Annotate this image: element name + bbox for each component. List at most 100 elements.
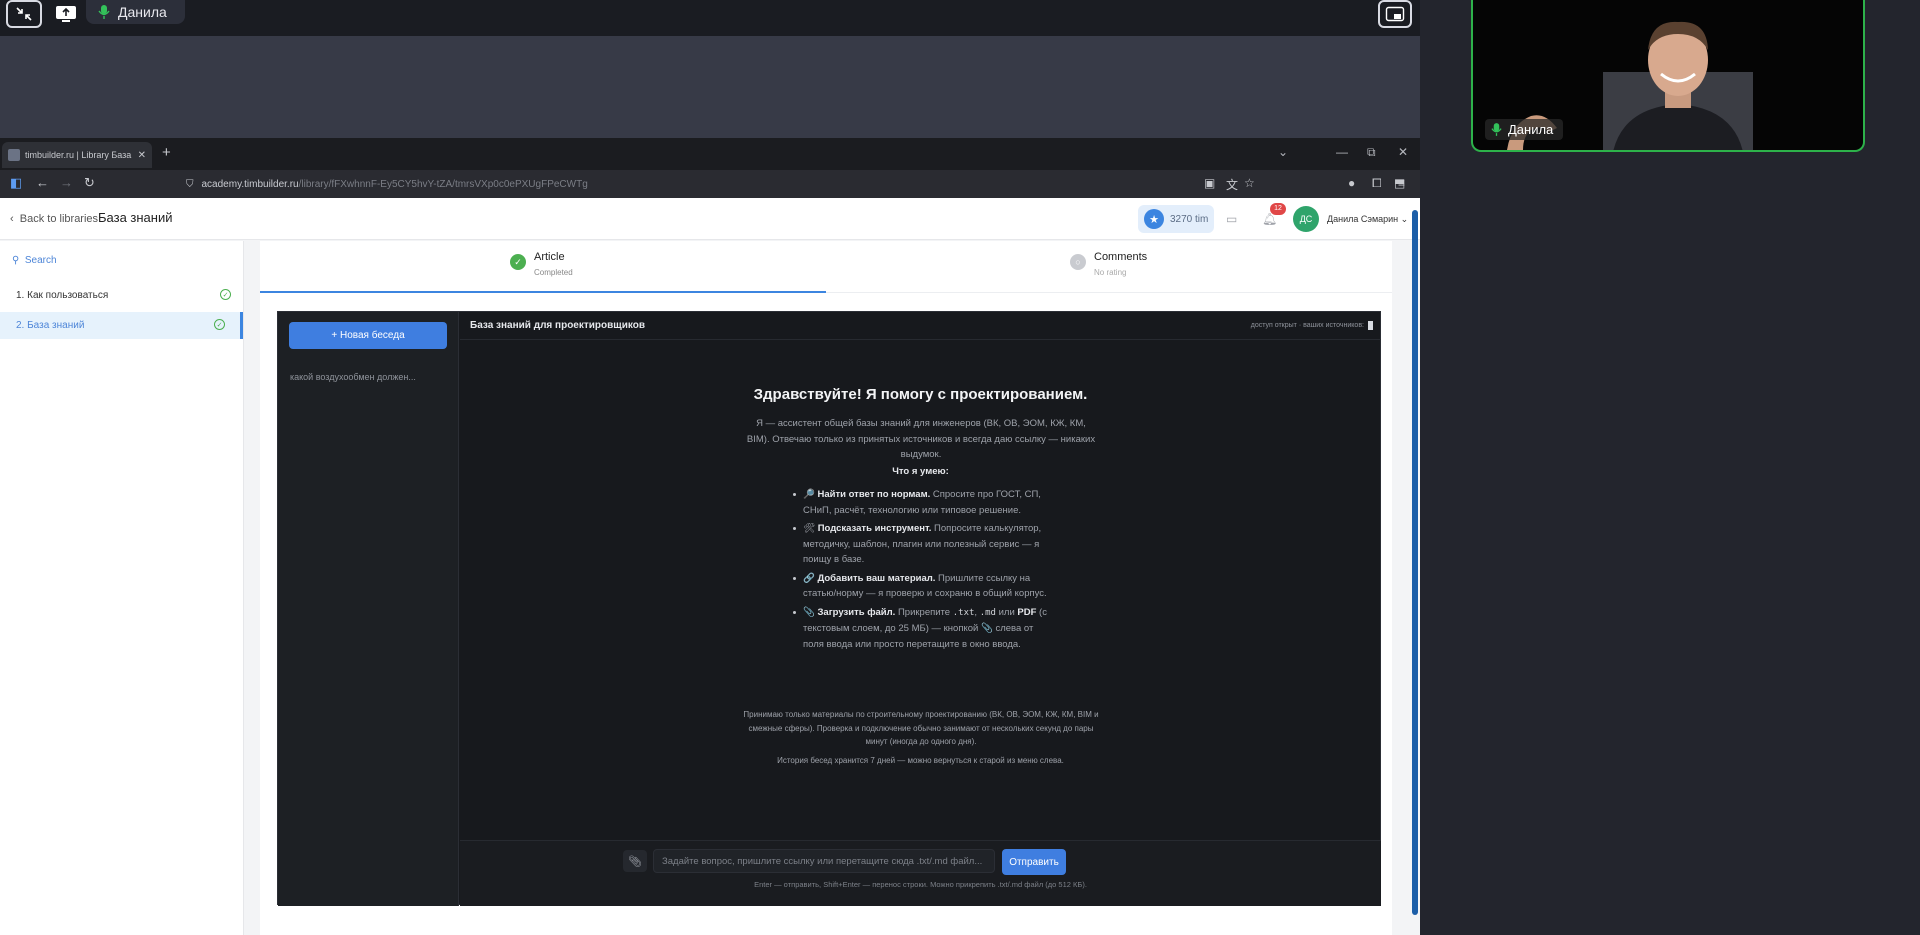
exit-fullscreen-icon: [16, 7, 32, 21]
welcome-message: Здравствуйте! Я помогу с проектированием…: [460, 340, 1381, 765]
browser-tab-bar: timbuilder.ru | Library База знан ✕ + ⌄ …: [0, 138, 1420, 170]
url-host: academy.timbuilder.ru: [201, 179, 299, 190]
participant-video-image: [1603, 21, 1753, 150]
link-icon: 🔗: [803, 572, 815, 584]
check-circle-icon: ✓: [214, 319, 225, 330]
points-badge[interactable]: ★ 3270 tim: [1138, 205, 1214, 233]
exit-fullscreen-button[interactable]: [6, 0, 42, 28]
capability-find-norms: 🔎 Найти ответ по нормам. Спросите про ГО…: [793, 487, 1053, 518]
picture-in-picture-button[interactable]: [1378, 0, 1412, 28]
forward-icon[interactable]: →: [60, 175, 73, 190]
minimize-icon[interactable]: —: [1336, 145, 1348, 159]
sidebar-item-knowledge-base[interactable]: 2. База знаний ✓: [0, 312, 243, 339]
history-note: История бесед хранится 7 дней — можно ве…: [777, 756, 1064, 765]
shield-icon: ⛉: [186, 179, 194, 190]
picture-in-picture-icon: [1385, 6, 1405, 22]
capabilities-heading: Что я умею:: [892, 466, 949, 477]
access-status: доступ открыт · ваших источников:: [1251, 321, 1373, 330]
welcome-intro: Я — ассистент общей базы знаний для инже…: [746, 418, 1096, 460]
browser-address-bar: ◧ ← → ↻ ⛉ academy.timbuilder.ru/library/…: [0, 170, 1420, 198]
participant-video-tile[interactable]: Данила: [1471, 0, 1865, 152]
search-icon: ⚲: [12, 255, 20, 266]
tools-icon: 🛠: [803, 523, 816, 534]
chat-history-item[interactable]: какой воздухообмен должен...: [290, 372, 450, 382]
capability-upload-file: 📎 Загрузить файл. Прикрепите .txt, .md и…: [793, 605, 1053, 653]
tab-comments[interactable]: ○ Comments No rating: [1070, 251, 1147, 277]
input-hint: Enter — отправить, Shift+Enter — перенос…: [754, 880, 1087, 889]
reload-icon[interactable]: ↻: [84, 175, 95, 191]
extension-icon[interactable]: ●: [1348, 176, 1355, 190]
lesson-content: ✓ Article Completed ○ Comments No rating: [260, 241, 1392, 935]
capability-text: Прикрепите: [895, 606, 953, 618]
attach-file-button[interactable]: 📎︎: [623, 850, 647, 872]
tab-list-chevron-icon[interactable]: ⌄: [1278, 145, 1288, 159]
chat-icon[interactable]: ▭: [1226, 212, 1237, 226]
new-chat-button[interactable]: + Новая беседа: [289, 322, 447, 349]
translate-icon[interactable]: 文: [1226, 176, 1238, 193]
welcome-note: Принимаю только материалы по строительно…: [743, 710, 1099, 746]
capabilities-list: 🔎 Найти ответ по нормам. Спросите про ГО…: [793, 487, 1053, 655]
sidebar-item-label: 1. Как пользоваться: [16, 290, 109, 301]
send-button[interactable]: Отправить: [1002, 849, 1066, 875]
user-menu[interactable]: Данила Сэмарин ⌄: [1327, 214, 1408, 225]
tab-progress-bar: [260, 291, 826, 293]
close-tab-icon[interactable]: ✕: [138, 150, 146, 161]
bookmark-star-icon[interactable]: ☆: [1244, 176, 1255, 190]
participant-name: Данила: [1508, 122, 1554, 137]
access-note: доступ открыт · ваших источников:: [1250, 322, 1364, 329]
paperclip-icon: 📎: [803, 606, 815, 618]
menu-icon[interactable]: ≡: [1398, 176, 1405, 190]
install-app-icon[interactable]: ▣: [1204, 176, 1215, 190]
sidebar-toggle-icon[interactable]: ◧: [10, 175, 22, 191]
file-ext-pdf: PDF: [1017, 606, 1037, 618]
input-placeholder: Задайте вопрос, пришлите ссылку или пере…: [662, 855, 983, 867]
sidebar-search[interactable]: ⚲ Search: [12, 255, 57, 266]
close-window-icon[interactable]: ✕: [1398, 145, 1408, 159]
screen-share-icon: [56, 6, 76, 22]
search-icon: 🔎: [803, 489, 815, 500]
file-ext-txt: .txt: [952, 607, 975, 618]
microphone-icon: [98, 5, 110, 19]
back-to-libraries-link[interactable]: ‹ Back to libraries: [10, 213, 98, 225]
avatar[interactable]: ДС: [1293, 206, 1319, 232]
chat-input[interactable]: Задайте вопрос, пришлите ссылку или пере…: [653, 849, 995, 873]
check-circle-icon: ✓: [220, 289, 231, 300]
capability-title: Добавить ваш материал.: [817, 572, 936, 584]
shared-browser-window: timbuilder.ru | Library База знан ✕ + ⌄ …: [0, 138, 1420, 935]
library-sidebar: ⚲ Search 1. Как пользоваться ✓ 2. База з…: [0, 241, 244, 935]
user-name: Данила Сэмарин: [1327, 214, 1399, 224]
tab-article-status: Completed: [534, 268, 573, 277]
share-user-name: Данила: [118, 4, 167, 20]
tab-title: timbuilder.ru | Library База знан: [25, 150, 133, 160]
star-icon: ★: [1144, 209, 1164, 229]
tab-article-title: Article: [534, 251, 565, 263]
screen-share-button[interactable]: [48, 0, 84, 28]
page-header: ‹ Back to libraries База знаний ★ 3270 t…: [0, 198, 1420, 240]
chat-history-sidebar: + Новая беседа какой воздухообмен должен…: [278, 312, 459, 906]
chat-title: База знаний для проектировщиков: [470, 320, 645, 331]
restore-icon[interactable]: ⧉: [1367, 145, 1376, 160]
favicon-icon: [8, 149, 20, 161]
pending-icon: ○: [1070, 254, 1086, 270]
participant-name-tag: Данила: [1485, 119, 1564, 140]
browser-tab[interactable]: timbuilder.ru | Library База знан ✕: [2, 142, 152, 168]
capability-title: Подсказать инструмент.: [817, 523, 932, 534]
capability-add-material: 🔗 Добавить ваш материал. Пришлите ссылку…: [793, 571, 1053, 602]
web-page: ‹ Back to libraries База знаний ★ 3270 t…: [0, 198, 1420, 935]
tab-comments-title: Comments: [1094, 251, 1148, 263]
page-scrollbar[interactable]: [1412, 210, 1418, 915]
tab-article[interactable]: ✓ Article Completed: [510, 251, 573, 277]
chat-header: База знаний для проектировщиков доступ о…: [460, 312, 1381, 340]
sidebar-item-how-to-use[interactable]: 1. Как пользоваться ✓: [0, 282, 243, 309]
notification-count-badge: 12: [1270, 203, 1286, 215]
new-tab-icon[interactable]: +: [162, 144, 171, 161]
paperclip-icon: 📎︎: [628, 855, 642, 868]
share-user-pill: Данила: [86, 0, 185, 24]
url-path: /library/fFXwhnnF-Ey5CY5hvY-tZA/tmrsVXp0…: [298, 179, 588, 190]
knowledge-chat-widget: + Новая беседа какой воздухообмен должен…: [277, 311, 1381, 906]
welcome-title: Здравствуйте! Я помогу с проектированием…: [753, 386, 1088, 403]
back-icon[interactable]: ←: [36, 175, 49, 190]
extensions-puzzle-icon[interactable]: ⧠: [1372, 176, 1382, 191]
tab-comments-status: No rating: [1094, 268, 1127, 277]
url-field[interactable]: ⛉ academy.timbuilder.ru/library/fFXwhnnF…: [186, 175, 1266, 194]
